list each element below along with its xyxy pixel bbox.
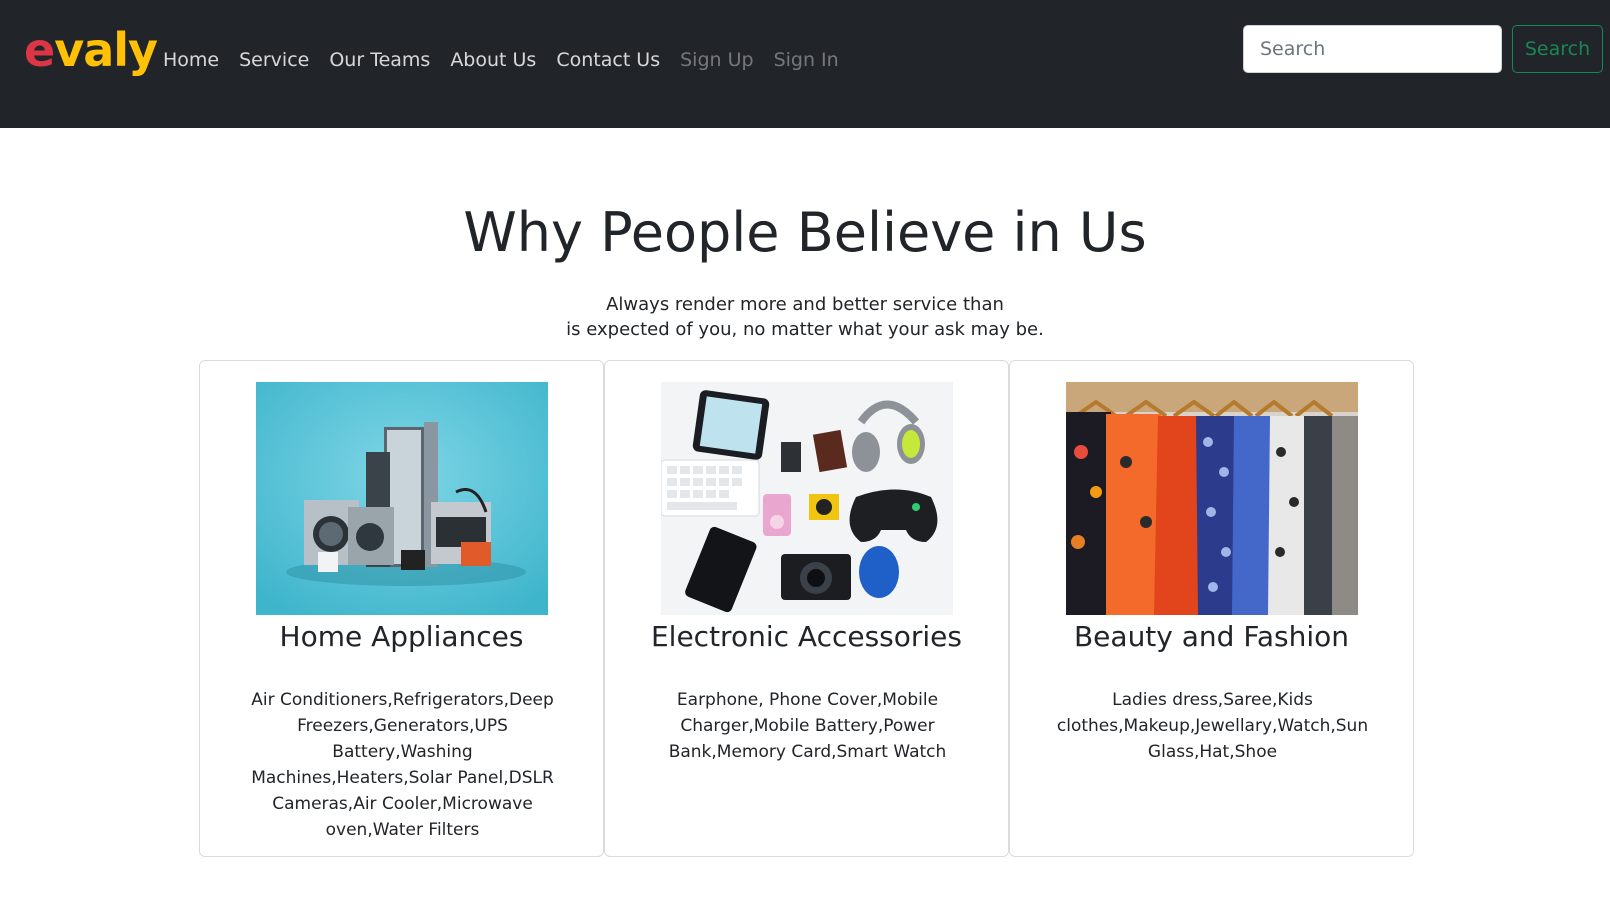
navbar: evaly Home Service Our Teams About Us Co… xyxy=(0,0,1610,128)
card-title: Electronic Accessories xyxy=(650,620,962,653)
home-appliances-image xyxy=(256,382,548,615)
nav-link-home[interactable]: Home xyxy=(163,48,219,72)
card-title: Home Appliances xyxy=(279,620,524,653)
search-input[interactable] xyxy=(1243,25,1502,73)
card-electronic-accessories[interactable]: Electronic Accessories Earphone, Phone C… xyxy=(604,360,1009,857)
hero-subtitle-line-1: Always render more and better service th… xyxy=(606,294,1004,315)
hero-subtitle: Always render more and better service th… xyxy=(0,292,1610,342)
search-button[interactable]: Search xyxy=(1512,25,1603,73)
nav-link-sign-in[interactable]: Sign In xyxy=(774,48,839,72)
card-home-appliances[interactable]: Home Appliances Air Conditioners,Refrige… xyxy=(199,360,604,857)
card-description: Earphone, Phone Cover,Mobile Charger,Mob… xyxy=(668,690,947,762)
category-cards: Home Appliances Air Conditioners,Refrige… xyxy=(199,360,1414,857)
hero-subtitle-line-2: is expected of you, no matter what your … xyxy=(566,319,1044,340)
electronic-accessories-image xyxy=(661,382,953,615)
brand-logo[interactable]: evaly xyxy=(24,20,158,80)
brand-letter-e: e xyxy=(24,23,55,77)
nav-link-service[interactable]: Service xyxy=(239,48,309,72)
nav-link-our-teams[interactable]: Our Teams xyxy=(329,48,430,72)
page-title: Why People Believe in Us xyxy=(463,201,1147,264)
brand-name-rest: valy xyxy=(54,23,158,77)
nav-links: Home Service Our Teams About Us Contact … xyxy=(163,48,859,72)
card-title: Beauty and Fashion xyxy=(1073,620,1350,653)
card-beauty-and-fashion[interactable]: Beauty and Fashion Ladies dress,Saree,Ki… xyxy=(1009,360,1414,857)
nav-link-contact-us[interactable]: Contact Us xyxy=(556,48,660,72)
card-description: Ladies dress,Saree,Kids clothes,Makeup,J… xyxy=(1056,690,1369,762)
card-description: Air Conditioners,Refrigerators,Deep Free… xyxy=(251,690,554,840)
nav-link-about-us[interactable]: About Us xyxy=(450,48,536,72)
nav-link-sign-up[interactable]: Sign Up xyxy=(680,48,753,72)
beauty-and-fashion-image xyxy=(1066,382,1358,615)
